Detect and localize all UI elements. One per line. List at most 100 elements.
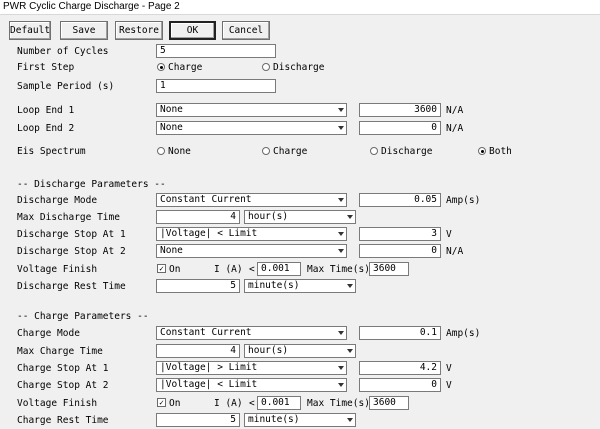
max-charge-time-unit-value: hour(s) xyxy=(248,345,289,356)
discharge-stop2-select[interactable]: None xyxy=(156,244,347,258)
discharge-stop1-input[interactable]: 3 xyxy=(359,227,441,241)
first-step-discharge-radio[interactable] xyxy=(262,63,270,71)
charge-mode-label: Charge Mode xyxy=(17,328,80,339)
loop-end1-unit: N/A xyxy=(446,105,464,116)
discharge-mode-select[interactable]: Constant Current xyxy=(156,193,347,207)
discharge-voltage-finish-label: Voltage Finish xyxy=(17,264,98,275)
loop-end1-label: Loop End 1 xyxy=(17,105,75,116)
discharge-rest-time-unit-value: minute(s) xyxy=(248,280,300,291)
charge-rest-time-input[interactable]: 5 xyxy=(156,413,240,427)
max-discharge-time-unit-select[interactable]: hour(s) xyxy=(244,210,356,224)
discharge-vf-max-time-label: Max Time(s) xyxy=(307,264,370,275)
discharge-stop2-unit: N/A xyxy=(446,246,464,257)
charge-mode-select[interactable]: Constant Current xyxy=(156,326,347,340)
loop-end2-input[interactable]: 0 xyxy=(359,121,441,135)
charge-rest-time-unit-value: minute(s) xyxy=(248,414,300,425)
charge-rest-time-label: Charge Rest Time xyxy=(17,415,109,426)
first-step-charge-label[interactable]: Charge xyxy=(168,61,202,74)
charge-voltage-finish-label: Voltage Finish xyxy=(17,398,98,409)
charge-stop2-input[interactable]: 0 xyxy=(359,378,441,392)
discharge-voltage-finish-on[interactable]: On xyxy=(169,263,180,276)
discharge-current-unit: Amp(s) xyxy=(446,195,481,206)
loop-end2-label: Loop End 2 xyxy=(17,123,75,134)
eis-none-label[interactable]: None xyxy=(168,145,191,158)
window-title: PWR Cyclic Charge Discharge - Page 2 xyxy=(0,0,600,14)
eis-both-label[interactable]: Both xyxy=(489,145,512,158)
chevron-down-icon xyxy=(338,126,344,130)
charge-vf-max-time-label: Max Time(s) xyxy=(307,398,370,409)
eis-none-radio[interactable] xyxy=(157,147,165,155)
discharge-vf-current-label: I (A) xyxy=(214,264,243,275)
charge-stop2-select[interactable]: |Voltage| < Limit xyxy=(156,378,347,392)
loop-end2-select[interactable]: None xyxy=(156,121,347,135)
chevron-down-icon xyxy=(347,349,353,353)
discharge-stop2-select-value: None xyxy=(160,245,183,256)
max-charge-time-unit-select[interactable]: hour(s) xyxy=(244,344,356,358)
ok-button[interactable]: OK xyxy=(169,21,216,40)
discharge-vf-max-time-input[interactable]: 3600 xyxy=(369,262,409,276)
discharge-stop2-input[interactable]: 0 xyxy=(359,244,441,258)
eis-both-radio[interactable] xyxy=(478,147,486,155)
max-charge-time-input[interactable]: 4 xyxy=(156,344,240,358)
save-button[interactable]: Save xyxy=(60,21,108,40)
chevron-down-icon xyxy=(338,331,344,335)
discharge-stop1-label: Discharge Stop At 1 xyxy=(17,229,126,240)
loop-end2-select-value: None xyxy=(160,122,183,133)
first-step-charge-radio[interactable] xyxy=(157,63,165,71)
loop-end1-select-value: None xyxy=(160,104,183,115)
chevron-down-icon xyxy=(347,284,353,288)
num-cycles-label: Number of Cycles xyxy=(17,46,109,57)
charge-current-input[interactable]: 0.1 xyxy=(359,326,441,340)
charge-section-header: -- Charge Parameters -- xyxy=(17,311,149,322)
num-cycles-input[interactable]: 5 xyxy=(156,44,276,58)
eis-charge-label[interactable]: Charge xyxy=(273,145,307,158)
charge-rest-time-unit-select[interactable]: minute(s) xyxy=(244,413,356,427)
discharge-rest-time-input[interactable]: 5 xyxy=(156,279,240,293)
chevron-down-icon xyxy=(338,383,344,387)
charge-vf-current-input[interactable]: 0.001 xyxy=(257,396,301,410)
loop-end1-select[interactable]: None xyxy=(156,103,347,117)
discharge-voltage-finish-checkbox[interactable]: ✓ xyxy=(157,264,166,273)
max-discharge-time-input[interactable]: 4 xyxy=(156,210,240,224)
discharge-mode-select-value: Constant Current xyxy=(160,194,252,205)
chevron-down-icon xyxy=(347,215,353,219)
eis-discharge-radio[interactable] xyxy=(370,147,378,155)
sample-period-input[interactable]: 1 xyxy=(156,79,276,93)
charge-mode-select-value: Constant Current xyxy=(160,327,252,338)
chevron-down-icon xyxy=(338,198,344,202)
chevron-down-icon xyxy=(338,108,344,112)
charge-stop1-label: Charge Stop At 1 xyxy=(17,363,109,374)
charge-vf-max-time-input[interactable]: 3600 xyxy=(369,396,409,410)
discharge-rest-time-unit-select[interactable]: minute(s) xyxy=(244,279,356,293)
loop-end2-unit: N/A xyxy=(446,123,464,134)
max-discharge-time-unit-value: hour(s) xyxy=(248,211,289,222)
loop-end1-input[interactable]: 3600 xyxy=(359,103,441,117)
discharge-stop1-select[interactable]: |Voltage| < Limit xyxy=(156,227,347,241)
chevron-down-icon xyxy=(338,232,344,236)
charge-stop2-label: Charge Stop At 2 xyxy=(17,380,109,391)
chevron-down-icon xyxy=(347,418,353,422)
eis-charge-radio[interactable] xyxy=(262,147,270,155)
chevron-down-icon xyxy=(338,366,344,370)
charge-stop1-input[interactable]: 4.2 xyxy=(359,361,441,375)
charge-voltage-finish-on[interactable]: On xyxy=(169,397,180,410)
first-step-discharge-label[interactable]: Discharge xyxy=(273,61,324,74)
restore-button[interactable]: Restore xyxy=(115,21,163,40)
eis-discharge-label[interactable]: Discharge xyxy=(381,145,432,158)
charge-stop2-select-value: |Voltage| < Limit xyxy=(160,379,258,390)
default-button[interactable]: Default xyxy=(9,21,51,40)
first-step-label: First Step xyxy=(17,62,75,73)
discharge-rest-time-label: Discharge Rest Time xyxy=(17,281,126,292)
sample-period-label: Sample Period (s) xyxy=(17,81,115,92)
chevron-down-icon xyxy=(338,249,344,253)
charge-voltage-finish-checkbox[interactable]: ✓ xyxy=(157,398,166,407)
charge-current-unit: Amp(s) xyxy=(446,328,481,339)
title-divider xyxy=(0,14,600,15)
charge-stop1-select[interactable]: |Voltage| > Limit xyxy=(156,361,347,375)
discharge-stop1-unit: V xyxy=(446,229,452,240)
cancel-button[interactable]: Cancel xyxy=(222,21,270,40)
eis-spectrum-label: Eis Spectrum xyxy=(17,146,86,157)
discharge-current-input[interactable]: 0.05 xyxy=(359,193,441,207)
discharge-vf-lt: < xyxy=(249,264,255,275)
discharge-vf-current-input[interactable]: 0.001 xyxy=(257,262,301,276)
